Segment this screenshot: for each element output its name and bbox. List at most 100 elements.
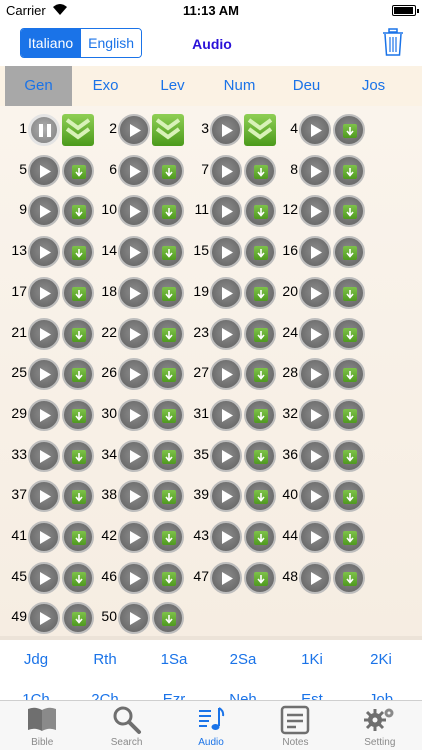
- play-button[interactable]: [299, 236, 331, 269]
- download-button[interactable]: [152, 276, 184, 309]
- play-button[interactable]: [210, 236, 242, 269]
- book-tab-num[interactable]: Num: [206, 66, 273, 106]
- play-button[interactable]: [28, 480, 60, 513]
- download-button[interactable]: [152, 317, 184, 350]
- trash-icon[interactable]: [382, 28, 404, 56]
- play-button[interactable]: [28, 317, 60, 350]
- tab-notes[interactable]: Notes: [253, 701, 337, 750]
- play-button[interactable]: [28, 236, 60, 269]
- play-button[interactable]: [118, 317, 150, 350]
- play-button[interactable]: [210, 114, 242, 146]
- play-button[interactable]: [299, 154, 331, 187]
- book-tab-2sa[interactable]: 2Sa: [210, 640, 276, 680]
- play-button[interactable]: [299, 195, 331, 228]
- book-tab-rth[interactable]: Rth: [72, 640, 138, 680]
- download-button[interactable]: [333, 236, 365, 269]
- play-button[interactable]: [28, 521, 60, 553]
- download-button[interactable]: [152, 195, 184, 228]
- book-tab-ezr[interactable]: Ezr: [141, 680, 207, 700]
- play-button[interactable]: [118, 236, 150, 269]
- play-button[interactable]: [210, 398, 242, 431]
- book-tab-job[interactable]: Job: [348, 680, 414, 700]
- play-button[interactable]: [28, 602, 60, 635]
- play-button[interactable]: [299, 317, 331, 350]
- download-button[interactable]: [333, 561, 365, 594]
- book-tab-exo[interactable]: Exo: [72, 66, 139, 106]
- play-button[interactable]: [299, 561, 331, 594]
- book-tab-2ch[interactable]: 2Ch: [72, 680, 138, 700]
- book-tab-1ki[interactable]: 1Ki: [279, 640, 345, 680]
- download-button[interactable]: [152, 602, 184, 635]
- play-button[interactable]: [118, 358, 150, 391]
- book-tab-jos[interactable]: Jos: [340, 66, 407, 106]
- book-tab-1ch[interactable]: 1Ch: [3, 680, 69, 700]
- play-button[interactable]: [299, 358, 331, 391]
- play-button[interactable]: [118, 398, 150, 431]
- play-button[interactable]: [28, 276, 60, 309]
- download-button[interactable]: [333, 154, 365, 187]
- download-button[interactable]: [333, 521, 365, 553]
- download-button[interactable]: [152, 521, 184, 553]
- play-button[interactable]: [210, 358, 242, 391]
- download-button[interactable]: [152, 358, 184, 391]
- download-button[interactable]: [333, 276, 365, 309]
- book-tab-lev[interactable]: Lev: [139, 66, 206, 106]
- play-button[interactable]: [118, 561, 150, 594]
- book-tab-deu[interactable]: Deu: [273, 66, 340, 106]
- play-button[interactable]: [210, 154, 242, 187]
- tab-setting[interactable]: Setting: [338, 701, 422, 750]
- book-tab-2ki[interactable]: 2Ki: [348, 640, 414, 680]
- play-button[interactable]: [210, 561, 242, 594]
- play-button[interactable]: [28, 358, 60, 391]
- play-button[interactable]: [299, 114, 331, 146]
- play-button[interactable]: [118, 602, 150, 635]
- play-button[interactable]: [28, 561, 60, 594]
- play-button[interactable]: [299, 439, 331, 472]
- book-tab-jdg[interactable]: Jdg: [3, 640, 69, 680]
- download-button[interactable]: [333, 398, 365, 431]
- download-button[interactable]: [152, 154, 184, 187]
- play-button[interactable]: [118, 114, 150, 146]
- download-button[interactable]: [333, 317, 365, 350]
- download-button[interactable]: [333, 480, 365, 513]
- downloaded-button[interactable]: [152, 114, 184, 146]
- play-button[interactable]: [210, 480, 242, 513]
- play-button[interactable]: [210, 276, 242, 309]
- book-tab-gen[interactable]: Gen: [5, 66, 72, 106]
- tab-search[interactable]: Search: [84, 701, 168, 750]
- download-button[interactable]: [333, 358, 365, 391]
- play-button[interactable]: [299, 521, 331, 553]
- play-button[interactable]: [118, 195, 150, 228]
- play-button[interactable]: [210, 439, 242, 472]
- play-button[interactable]: [28, 439, 60, 472]
- download-button[interactable]: [152, 561, 184, 594]
- pause-button[interactable]: [28, 114, 60, 146]
- play-button[interactable]: [299, 398, 331, 431]
- book-tab-neh[interactable]: Neh: [210, 680, 276, 700]
- download-button[interactable]: [152, 236, 184, 269]
- play-button[interactable]: [210, 521, 242, 553]
- download-button[interactable]: [152, 480, 184, 513]
- play-button[interactable]: [28, 195, 60, 228]
- play-button[interactable]: [299, 480, 331, 513]
- download-button[interactable]: [333, 439, 365, 472]
- tab-bible[interactable]: Bible: [0, 701, 84, 750]
- play-button[interactable]: [28, 154, 60, 187]
- play-button[interactable]: [118, 480, 150, 513]
- play-button[interactable]: [210, 195, 242, 228]
- tab-audio[interactable]: Audio: [169, 701, 253, 750]
- play-button[interactable]: [118, 521, 150, 553]
- play-button[interactable]: [299, 276, 331, 309]
- download-button[interactable]: [152, 439, 184, 472]
- play-button[interactable]: [210, 317, 242, 350]
- play-button[interactable]: [118, 439, 150, 472]
- download-button[interactable]: [333, 114, 365, 146]
- download-box: [72, 612, 86, 627]
- book-tab-1sa[interactable]: 1Sa: [141, 640, 207, 680]
- play-button[interactable]: [118, 154, 150, 187]
- download-button[interactable]: [333, 195, 365, 228]
- download-button[interactable]: [152, 398, 184, 431]
- play-button[interactable]: [118, 276, 150, 309]
- book-tab-est[interactable]: Est: [279, 680, 345, 700]
- play-button[interactable]: [28, 398, 60, 431]
